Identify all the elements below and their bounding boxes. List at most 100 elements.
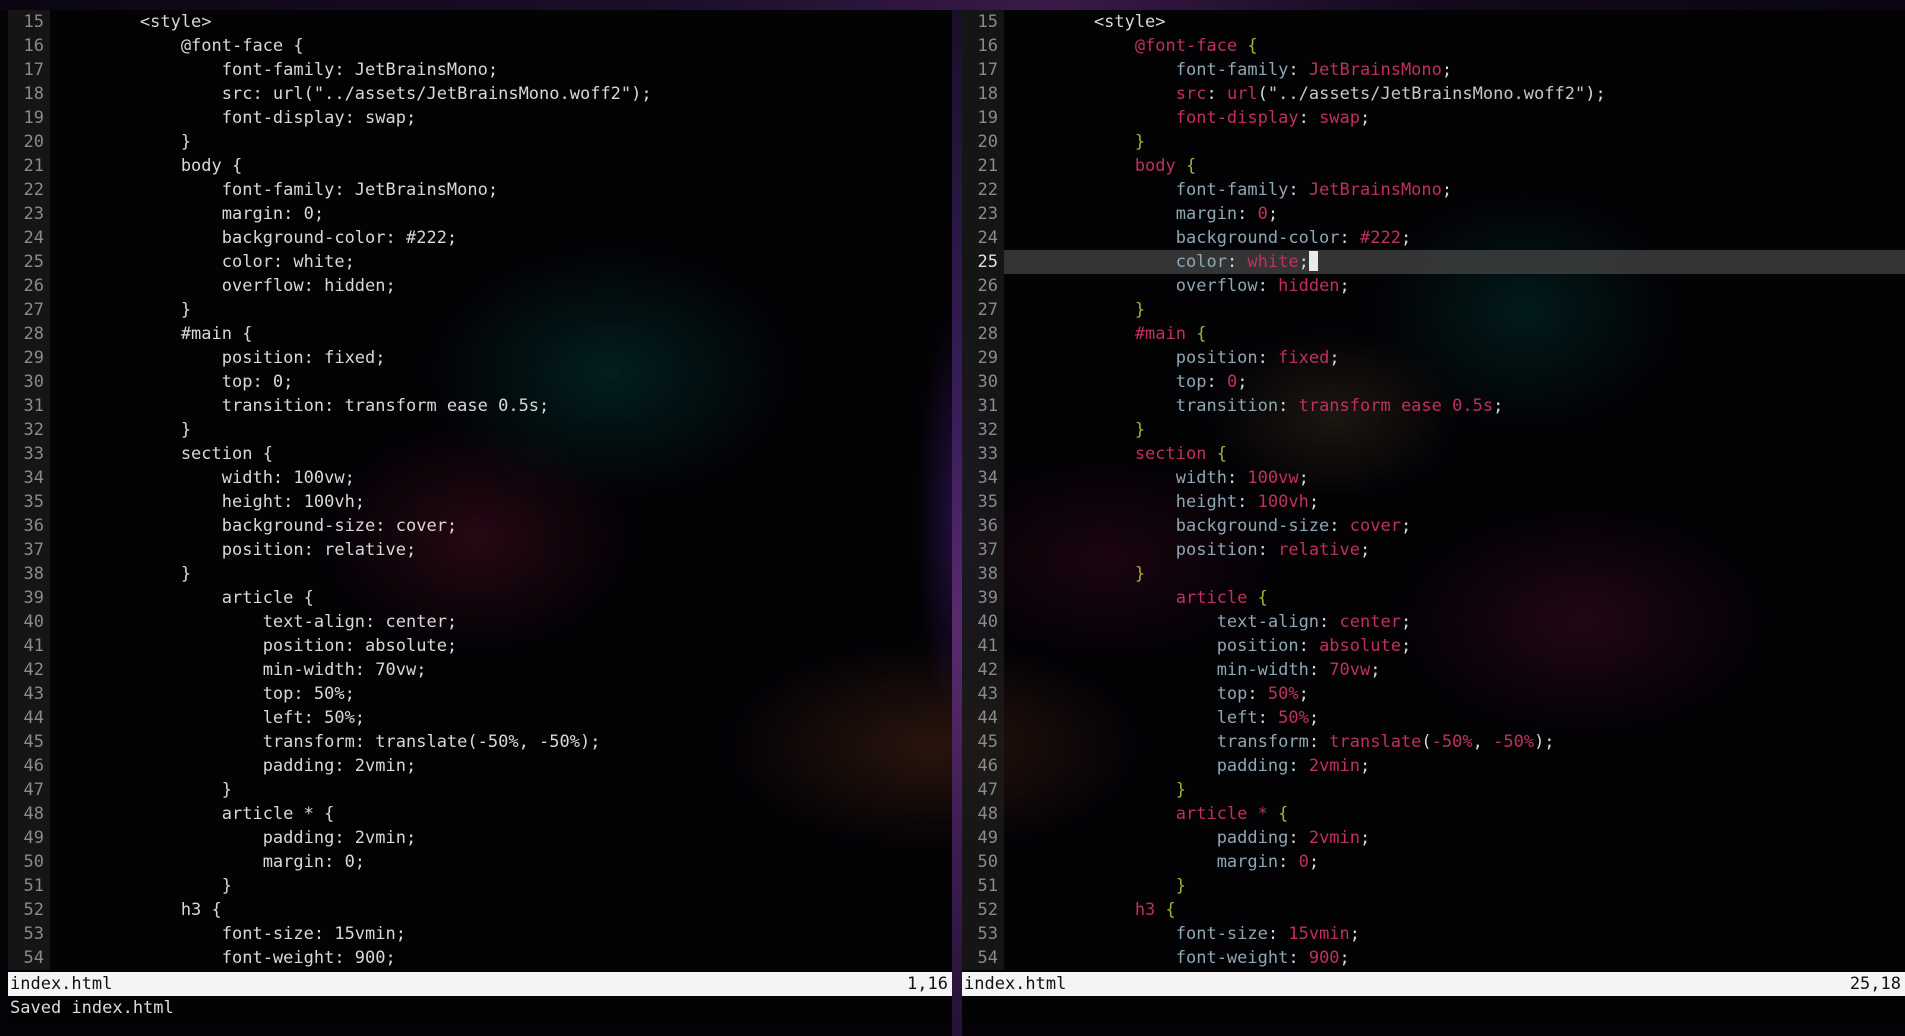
code-area-right[interactable]: 15 <style> 16 @font-face {17 font-family:…	[962, 10, 1905, 972]
code-line[interactable]: 18 src: url("../assets/JetBrainsMono.wof…	[962, 82, 1905, 106]
code-line[interactable]: 47 }	[8, 778, 952, 802]
syntax-token: :	[1237, 204, 1258, 224]
code-line[interactable]: 53 font-size: 15vmin;	[962, 922, 1905, 946]
code-line[interactable]: 50 margin: 0;	[962, 850, 1905, 874]
code-line[interactable]: 17 font-family: JetBrainsMono;	[8, 58, 952, 82]
code-line[interactable]: 35 height: 100vh;	[8, 490, 952, 514]
code-line[interactable]: 51 }	[962, 874, 1905, 898]
code-line[interactable]: 33 section {	[8, 442, 952, 466]
code-line[interactable]: 23 margin: 0;	[962, 202, 1905, 226]
code-line[interactable]: 49 padding: 2vmin;	[8, 826, 952, 850]
code-line[interactable]: 30 top: 0;	[962, 370, 1905, 394]
code-line[interactable]: 37 position: relative;	[962, 538, 1905, 562]
code-line[interactable]: 52 h3 {	[962, 898, 1905, 922]
code-line[interactable]: 43 top: 50%;	[8, 682, 952, 706]
code-line[interactable]: 43 top: 50%;	[962, 682, 1905, 706]
code-line[interactable]: 52 h3 {	[8, 898, 952, 922]
code-line[interactable]: 39 article {	[962, 586, 1905, 610]
code-line-current[interactable]: 25 color: white;	[962, 250, 1905, 274]
line-number: 43	[962, 682, 1004, 706]
code-line[interactable]: 53 font-size: 15vmin;	[8, 922, 952, 946]
code-line[interactable]: 29 position: fixed;	[8, 346, 952, 370]
syntax-token: 0	[1298, 852, 1309, 872]
split-divider[interactable]	[952, 10, 962, 1036]
code-line[interactable]: 38 }	[962, 562, 1905, 586]
code-line[interactable]: 24 background-color: #222;	[8, 226, 952, 250]
code-line[interactable]: 36 background-size: cover;	[8, 514, 952, 538]
code-text: transition: transform ease 0.5s;	[1012, 394, 1504, 418]
code-line[interactable]: 48 article * {	[962, 802, 1905, 826]
code-line[interactable]: 46 padding: 2vmin;	[8, 754, 952, 778]
code-line[interactable]: 25 color: white;	[8, 250, 952, 274]
code-line[interactable]: 41 position: absolute;	[8, 634, 952, 658]
code-line[interactable]: 54 font-weight: 900;	[962, 946, 1905, 970]
status-line-right: index.html 25,18	[962, 972, 1905, 996]
code-line[interactable]: 18 src: url("../assets/JetBrainsMono.wof…	[8, 82, 952, 106]
code-line[interactable]: 26 overflow: hidden;	[8, 274, 952, 298]
code-line[interactable]: 15 <style>	[962, 10, 1905, 34]
code-text: font-size: 15vmin;	[58, 924, 406, 944]
code-line[interactable]: 17 font-family: JetBrainsMono;	[962, 58, 1905, 82]
code-line[interactable]: 21 body {	[962, 154, 1905, 178]
code-line[interactable]: 51 }	[8, 874, 952, 898]
syntax-token: font-size	[1012, 924, 1268, 944]
code-line[interactable]: 48 article * {	[8, 802, 952, 826]
code-line[interactable]: 38 }	[8, 562, 952, 586]
code-line[interactable]: 24 background-color: #222;	[962, 226, 1905, 250]
code-line[interactable]: 29 position: fixed;	[962, 346, 1905, 370]
code-line[interactable]: 41 position: absolute;	[962, 634, 1905, 658]
code-text: margin: 0;	[1012, 202, 1278, 226]
code-line[interactable]: 44 left: 50%;	[962, 706, 1905, 730]
code-line[interactable]: 39 article {	[8, 586, 952, 610]
syntax-token: ;	[1360, 108, 1371, 128]
code-line[interactable]: 40 text-align: center;	[962, 610, 1905, 634]
code-line[interactable]: 42 min-width: 70vw;	[8, 658, 952, 682]
code-line[interactable]: 34 width: 100vw;	[962, 466, 1905, 490]
code-line[interactable]: 54 font-weight: 900;	[8, 946, 952, 970]
code-line[interactable]: 31 transition: transform ease 0.5s;	[8, 394, 952, 418]
code-line[interactable]: 33 section {	[962, 442, 1905, 466]
code-line[interactable]: 35 height: 100vh;	[962, 490, 1905, 514]
syntax-token: overflow	[1012, 276, 1258, 296]
editor-pane-right[interactable]: 15 <style> 16 @font-face {17 font-family:…	[962, 10, 1905, 1031]
syntax-token: relative	[1278, 540, 1361, 560]
code-line[interactable]: 20 }	[8, 130, 952, 154]
code-line[interactable]: 16 @font-face {	[962, 34, 1905, 58]
code-line[interactable]: 19 font-display: swap;	[962, 106, 1905, 130]
code-line[interactable]: 37 position: relative;	[8, 538, 952, 562]
code-line[interactable]: 26 overflow: hidden;	[962, 274, 1905, 298]
code-line[interactable]: 50 margin: 0;	[8, 850, 952, 874]
code-line[interactable]: 28 #main {	[962, 322, 1905, 346]
code-line[interactable]: 45 transform: translate(-50%, -50%);	[962, 730, 1905, 754]
code-line[interactable]: 32 }	[962, 418, 1905, 442]
code-line[interactable]: 27 }	[8, 298, 952, 322]
code-line[interactable]: 22 font-family: JetBrainsMono;	[8, 178, 952, 202]
code-line[interactable]: 30 top: 0;	[8, 370, 952, 394]
line-number: 46	[962, 754, 1004, 778]
code-line[interactable]: 19 font-display: swap;	[8, 106, 952, 130]
code-line[interactable]: 49 padding: 2vmin;	[962, 826, 1905, 850]
code-line[interactable]: 34 width: 100vw;	[8, 466, 952, 490]
code-line[interactable]: 22 font-family: JetBrainsMono;	[962, 178, 1905, 202]
code-line[interactable]: 44 left: 50%;	[8, 706, 952, 730]
code-line[interactable]: 31 transition: transform ease 0.5s;	[962, 394, 1905, 418]
code-line[interactable]: 40 text-align: center;	[8, 610, 952, 634]
desktop-screen: 15 <style> 16 @font-face {17 font-family:…	[0, 0, 1905, 1036]
code-line[interactable]: 47 }	[962, 778, 1905, 802]
code-line[interactable]: 45 transform: translate(-50%, -50%);	[8, 730, 952, 754]
code-line[interactable]: 23 margin: 0;	[8, 202, 952, 226]
code-line[interactable]: 21 body {	[8, 154, 952, 178]
code-line[interactable]: 20 }	[962, 130, 1905, 154]
code-line[interactable]: 15 <style>	[8, 10, 952, 34]
code-line[interactable]: 16 @font-face {	[8, 34, 952, 58]
code-line[interactable]: 27 }	[962, 298, 1905, 322]
code-line[interactable]: 28 #main {	[8, 322, 952, 346]
code-line[interactable]: 36 background-size: cover;	[962, 514, 1905, 538]
editor-pane-left[interactable]: 15 <style> 16 @font-face {17 font-family:…	[8, 10, 952, 1031]
code-area-left[interactable]: 15 <style> 16 @font-face {17 font-family:…	[8, 10, 952, 972]
syntax-token: background-size	[1012, 516, 1330, 536]
syntax-token: :	[1339, 228, 1360, 248]
code-line[interactable]: 46 padding: 2vmin;	[962, 754, 1905, 778]
code-line[interactable]: 42 min-width: 70vw;	[962, 658, 1905, 682]
code-line[interactable]: 32 }	[8, 418, 952, 442]
